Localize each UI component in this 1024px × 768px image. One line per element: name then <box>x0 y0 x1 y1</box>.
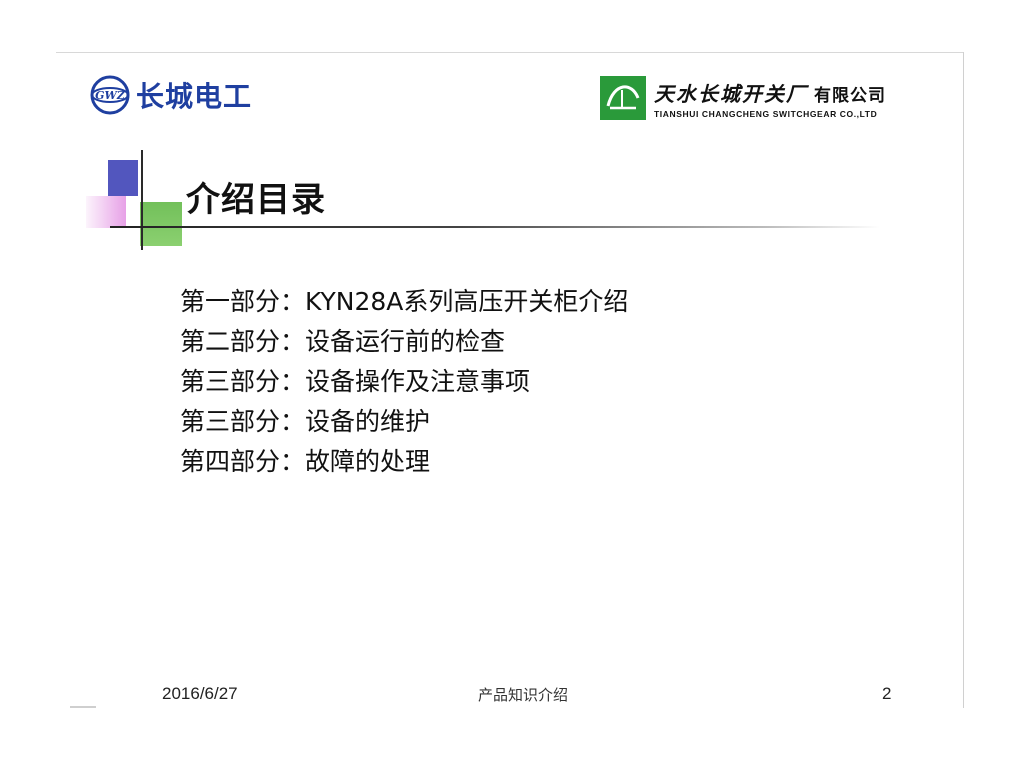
footer-date: 2016/6/27 <box>162 684 238 703</box>
contents-item: 第二部分：设备运行前的检查 <box>180 327 506 356</box>
contents-item: 第四部分：故障的处理 <box>180 447 431 476</box>
slide-page: GWZ 长城电工 天水长城开关厂 有限公司 TIANSHUI CHANGCHEN… <box>0 0 1024 768</box>
slide-frame-right <box>963 52 964 708</box>
switchgear-emblem-icon <box>600 76 646 120</box>
decor-green-square <box>140 202 182 246</box>
slide-frame-top <box>56 52 964 53</box>
gwz-mark-text: GWZ <box>95 89 126 102</box>
decor-pink-square <box>86 196 126 228</box>
contents-item: 第三部分：设备的维护 <box>180 407 431 436</box>
changcheng-electric-logo: GWZ 长城电工 <box>90 75 252 115</box>
decor-blue-square <box>108 160 138 196</box>
contents-item: 第三部分：设备操作及注意事项 <box>180 367 531 396</box>
right-logo-company-suffix: 有限公司 <box>814 85 886 106</box>
contents-item: 第一部分：KYN28A系列高压开关柜介绍 <box>180 287 629 316</box>
slide-title: 介绍目录 <box>186 180 326 220</box>
left-logo-name: 长城电工 <box>136 80 253 113</box>
title-underline <box>110 226 880 228</box>
footer-title: 产品知识介绍 <box>478 686 569 704</box>
gwz-globe-icon: GWZ <box>90 75 130 115</box>
right-logo-chinese-name: 天水长城开关厂 <box>654 81 808 106</box>
contents-list: 第一部分：KYN28A系列高压开关柜介绍 第二部分：设备运行前的检查 第三部分：… <box>180 282 628 482</box>
slide-frame-mark <box>70 706 96 708</box>
right-logo-english-name: TIANSHUI CHANGCHENG SWITCHGEAR CO.,LTD <box>654 108 878 119</box>
tianshui-changcheng-logo: 天水长城开关厂 有限公司 TIANSHUI CHANGCHENG SWITCHG… <box>600 76 886 120</box>
page-number: 2 <box>882 684 892 703</box>
decor-vertical-line <box>141 150 143 250</box>
